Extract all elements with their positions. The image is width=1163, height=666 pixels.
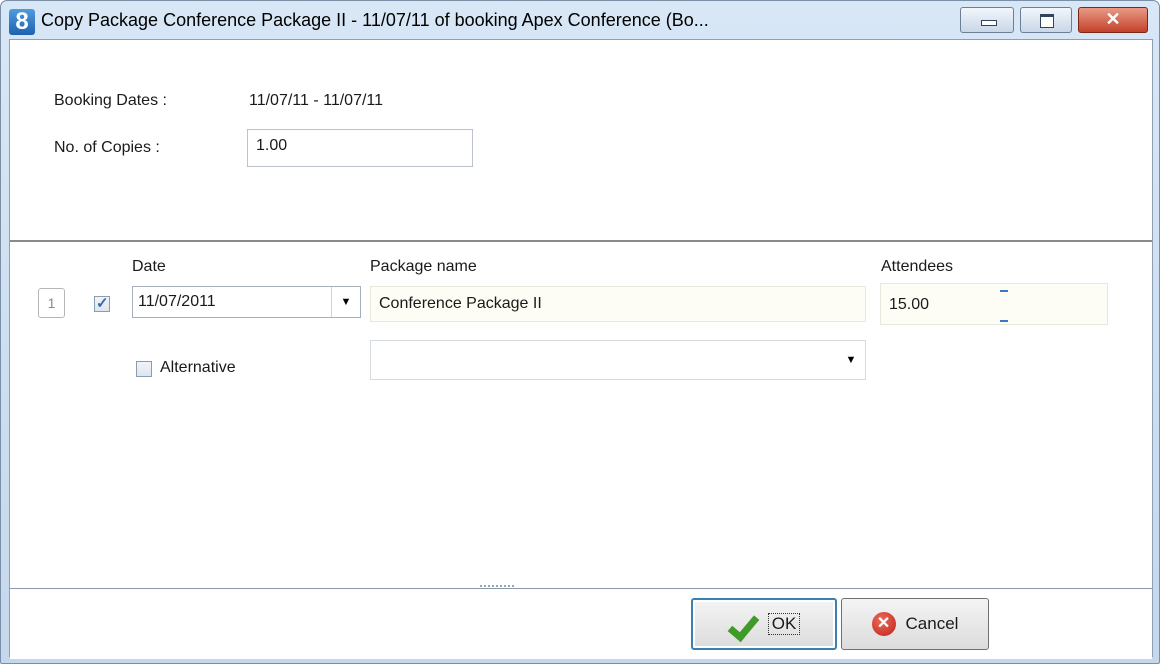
booking-dates-label: Booking Dates :: [54, 92, 167, 109]
date-dropdown[interactable]: 11/07/2011 ▼: [132, 286, 361, 318]
booking-dates-value: 11/07/11 - 11/07/11: [249, 92, 384, 109]
checkmark-icon: [729, 609, 759, 639]
cancel-label: Cancel: [905, 614, 959, 633]
copies-label: No. of Copies :: [54, 139, 160, 156]
alternative-checkbox[interactable]: [136, 361, 152, 377]
spin-down-icon[interactable]: [1000, 320, 1008, 322]
copies-input[interactable]: 1.00: [247, 129, 473, 167]
package-name-column-header: Package name: [370, 258, 477, 275]
close-icon: ✕: [1105, 9, 1121, 29]
row-select-checkbox[interactable]: [94, 294, 110, 312]
chevron-down-icon[interactable]: ▼: [331, 287, 360, 317]
close-button[interactable]: ✕: [1078, 7, 1148, 33]
date-column-header: Date: [132, 258, 166, 275]
booking-info-panel: Booking Dates : 11/07/11 - 11/07/11 No. …: [10, 40, 1152, 240]
attendees-column-header: Attendees: [881, 258, 954, 275]
title-bar[interactable]: 8 Copy Package Conference Package II - 1…: [1, 1, 1159, 39]
row-number: 1: [38, 288, 65, 318]
minimize-button[interactable]: [960, 7, 1014, 33]
minimize-icon: [981, 20, 997, 26]
package-name-field[interactable]: Conference Package II: [370, 286, 866, 322]
dialog-window: 8 Copy Package Conference Package II - 1…: [0, 0, 1160, 664]
maximize-icon: [1040, 14, 1054, 28]
alternative-package-dropdown[interactable]: ▼: [370, 340, 866, 380]
app-icon: 8: [9, 9, 35, 35]
cancel-button[interactable]: ✕ Cancel: [841, 598, 989, 650]
package-rows-panel: Date Package name Attendees 1 11/07/2011…: [10, 242, 1152, 588]
ok-label: OK: [767, 613, 801, 635]
maximize-button[interactable]: [1020, 7, 1072, 33]
attendees-field[interactable]: 15.00: [880, 283, 1108, 325]
chevron-down-icon[interactable]: ▼: [837, 341, 865, 379]
alternative-label: Alternative: [160, 359, 236, 376]
date-value: 11/07/2011: [138, 293, 216, 310]
window-title: Copy Package Conference Package II - 11/…: [41, 10, 709, 30]
cancel-icon: ✕: [871, 612, 896, 636]
dialog-body: Booking Dates : 11/07/11 - 11/07/11 No. …: [9, 39, 1153, 659]
spin-up-icon[interactable]: [1000, 290, 1008, 292]
ok-button[interactable]: OK: [691, 598, 837, 650]
